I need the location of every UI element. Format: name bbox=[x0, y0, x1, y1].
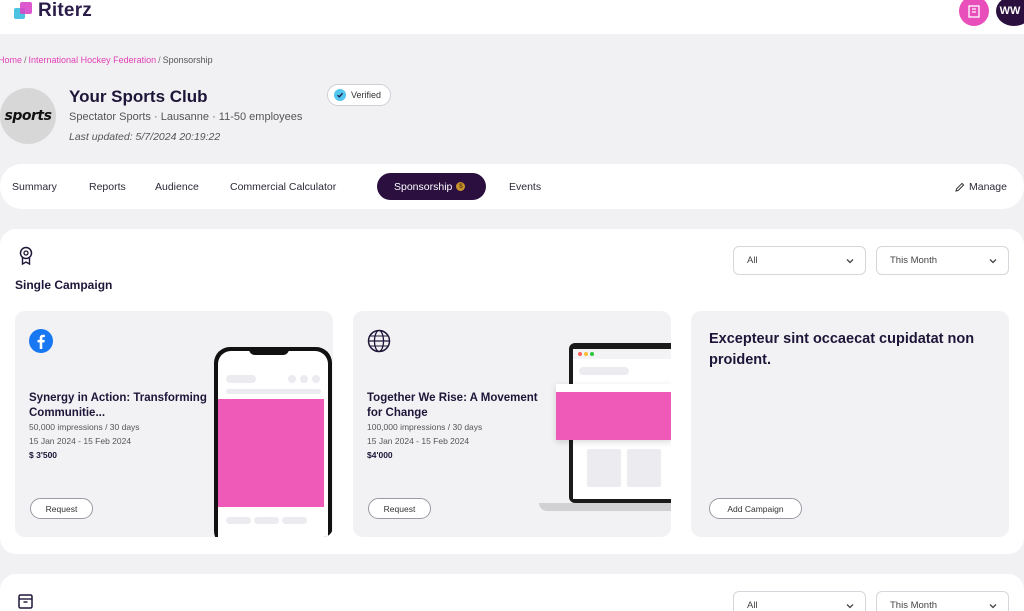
breadcrumb-current: Sponsorship bbox=[162, 55, 213, 65]
campaign-dates: 15 Jan 2024 - 15 Feb 2024 bbox=[29, 436, 132, 446]
breadcrumb-home[interactable]: Home bbox=[0, 55, 22, 65]
club-logo-text: sports bbox=[4, 108, 52, 124]
ad-preview-window bbox=[556, 384, 671, 440]
facebook-icon bbox=[29, 329, 53, 353]
ad-image-placeholder bbox=[556, 392, 671, 440]
globe-icon bbox=[367, 329, 391, 353]
campaign-dates: 15 Jan 2024 - 15 Feb 2024 bbox=[367, 436, 470, 446]
user-avatar[interactable]: WW bbox=[996, 0, 1024, 26]
campaign-title: Synergy in Action: Transforming Communit… bbox=[29, 392, 207, 419]
chevron-down-icon bbox=[989, 259, 997, 264]
campaign-impressions: 50,000 impressions / 30 days bbox=[29, 422, 140, 432]
building-icon bbox=[968, 5, 980, 18]
campaign-card[interactable]: Synergy in Action: Transforming Communit… bbox=[15, 311, 333, 537]
chevron-down-icon bbox=[846, 604, 854, 609]
manage-button[interactable]: Manage bbox=[955, 164, 1007, 209]
chevron-down-icon bbox=[989, 604, 997, 609]
building-button[interactable] bbox=[959, 0, 989, 26]
pencil-icon bbox=[955, 182, 965, 192]
check-icon bbox=[334, 89, 346, 101]
tab-audience[interactable]: Audience bbox=[155, 164, 199, 209]
breadcrumb: Home / International Hockey Federation / Spo… bbox=[0, 55, 213, 65]
chevron-down-icon bbox=[846, 259, 854, 264]
campaign-price: $4'000 bbox=[367, 450, 393, 460]
tab-events[interactable]: Events bbox=[509, 164, 541, 209]
filter-period-value-2: This Month bbox=[890, 600, 937, 611]
tab-reports[interactable]: Reports bbox=[89, 164, 126, 209]
add-campaign-text: Excepteur sint occaecat cupidatat non pr… bbox=[709, 331, 975, 368]
campaign-impressions: 100,000 impressions / 30 days bbox=[367, 422, 483, 432]
award-icon bbox=[19, 246, 33, 266]
last-updated: Last updated: 5/7/2024 20:19:22 bbox=[69, 131, 221, 143]
archive-icon bbox=[18, 594, 33, 609]
filter-period-select-2[interactable]: This Month bbox=[876, 591, 1009, 611]
filter-type-value: All bbox=[747, 255, 758, 266]
filter-type-value-2: All bbox=[747, 600, 758, 611]
campaign-card[interactable]: Together We Rise: A Movement for Change … bbox=[353, 311, 671, 537]
logo-mark-icon bbox=[14, 2, 32, 20]
section-title: Single Campaign bbox=[15, 278, 113, 292]
filter-period-value: This Month bbox=[890, 255, 937, 266]
filter-period-select[interactable]: This Month bbox=[876, 246, 1009, 275]
app-logo[interactable]: Riterz bbox=[14, 0, 92, 22]
top-bar: Riterz WW bbox=[0, 0, 1024, 34]
request-button[interactable]: Request bbox=[30, 498, 93, 519]
verified-badge: Verified bbox=[327, 84, 392, 106]
tab-sponsorship-label: Sponsorship bbox=[394, 180, 453, 193]
coin-icon: $ bbox=[456, 182, 466, 191]
laptop-base bbox=[539, 503, 671, 511]
club-name: Your Sports Club bbox=[69, 87, 208, 106]
tab-summary[interactable]: Summary bbox=[12, 164, 57, 209]
secondary-panel bbox=[0, 574, 1024, 611]
add-campaign-button[interactable]: Add Campaign bbox=[709, 498, 802, 519]
request-button[interactable]: Request bbox=[368, 498, 431, 519]
club-meta: Spectator Sports · Lausanne · 11-50 empl… bbox=[69, 111, 303, 123]
club-logo: sports bbox=[0, 88, 56, 144]
tab-sponsorship[interactable]: Sponsorship $ bbox=[377, 173, 486, 200]
breadcrumb-federation[interactable]: International Hockey Federation bbox=[29, 55, 157, 65]
campaign-price: $ 3'500 bbox=[29, 450, 58, 460]
verified-label: Verified bbox=[351, 90, 382, 100]
ad-image-placeholder bbox=[218, 399, 324, 507]
add-campaign-card: Excepteur sint occaecat cupidatat non pr… bbox=[691, 311, 1009, 537]
tab-commercial-calculator[interactable]: Commercial Calculator bbox=[230, 164, 336, 209]
app-name: Riterz bbox=[38, 0, 92, 21]
campaign-title: Together We Rise: A Movement for Change bbox=[367, 392, 538, 419]
filter-type-select-2[interactable]: All bbox=[733, 591, 866, 611]
tab-bar: Summary Reports Audience Commercial Calc… bbox=[0, 164, 1024, 209]
filter-type-select[interactable]: All bbox=[733, 246, 866, 275]
manage-label: Manage bbox=[969, 180, 1007, 193]
phone-mockup bbox=[214, 347, 332, 537]
